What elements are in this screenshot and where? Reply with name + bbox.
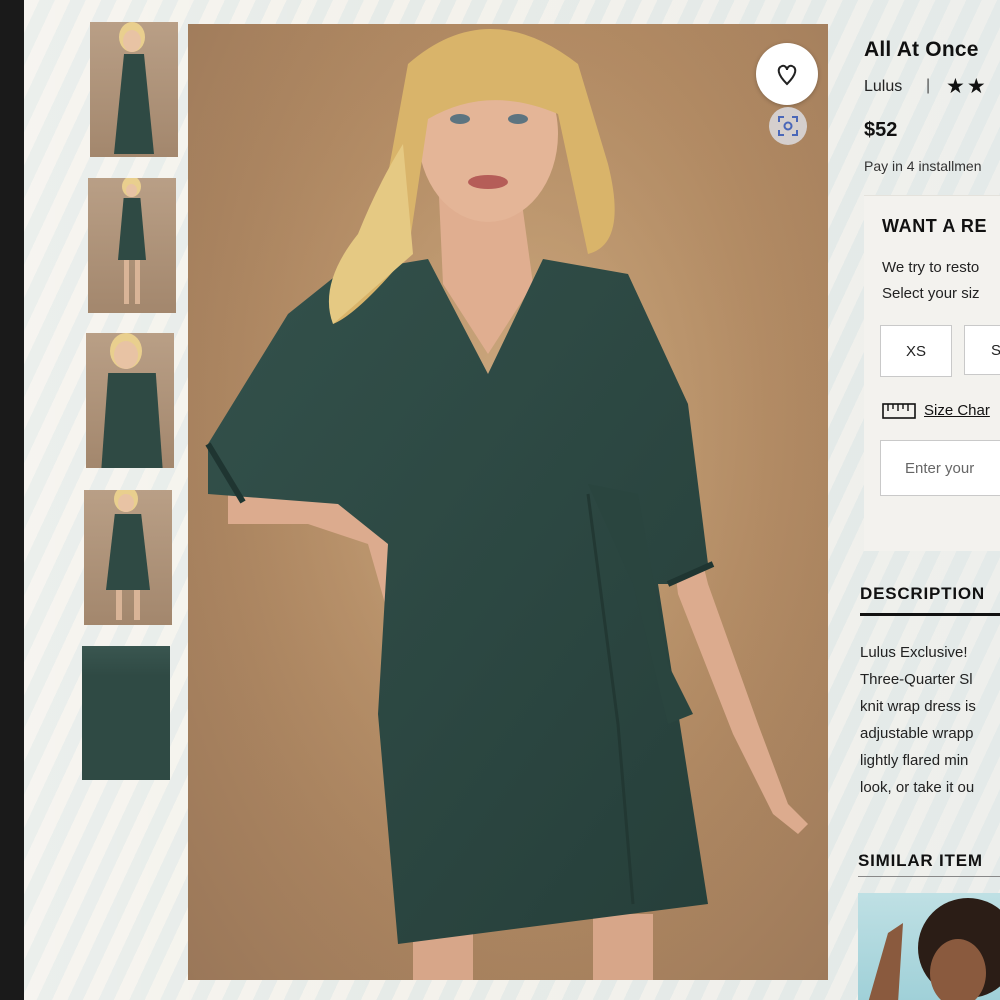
description-underline	[860, 613, 1000, 616]
similar-item-image	[868, 898, 1000, 1000]
visual-search-button[interactable]	[769, 107, 807, 145]
ruler-icon	[882, 402, 916, 419]
scan-icon	[778, 116, 798, 136]
description-line: lightly flared min	[860, 752, 969, 769]
size-chart-label: Size Char	[924, 402, 990, 419]
thumbnail-4[interactable]	[84, 490, 172, 625]
description-line: Three-Quarter Sl	[860, 671, 973, 688]
thumbnail-2[interactable]	[88, 178, 176, 313]
thumbnail-5[interactable]	[82, 646, 170, 780]
description-line: look, or take it ou	[860, 779, 975, 796]
description-line: knit wrap dress is	[860, 698, 976, 715]
product-page: All At Once Lulus | ★★ $52 Pay in 4 inst…	[24, 0, 1000, 1000]
size-option-s[interactable]: S	[964, 325, 1000, 375]
thumbnail-1[interactable]	[90, 22, 178, 157]
restock-email-input[interactable]	[880, 440, 1000, 496]
similar-item-thumbnail[interactable]	[858, 893, 1000, 1000]
restock-text-line-2: Select your siz	[882, 285, 980, 302]
thumbnail-3[interactable]	[86, 333, 174, 468]
restock-notify-box: WANT A RE We try to resto Select your si…	[864, 195, 1000, 551]
size-option-xs[interactable]: XS	[880, 325, 952, 377]
product-title: All At Once	[864, 38, 979, 61]
brand-name[interactable]: Lulus	[864, 78, 902, 96]
rating-stars[interactable]: ★★	[946, 74, 988, 99]
model-illustration	[188, 24, 828, 980]
heart-outline-icon	[777, 64, 797, 86]
installments-text[interactable]: Pay in 4 installmen	[864, 158, 982, 174]
favorite-button[interactable]	[756, 43, 818, 105]
restock-text-line-1: We try to resto	[882, 259, 980, 276]
product-price: $52	[864, 119, 898, 141]
similar-items-underline	[858, 876, 1000, 877]
restock-title: WANT A RE	[882, 216, 988, 236]
description-line: Lulus Exclusive!	[860, 644, 968, 661]
size-chart-link[interactable]: Size Char	[882, 402, 990, 419]
description-heading[interactable]: DESCRIPTION	[860, 584, 985, 604]
product-info-panel: All At Once Lulus | ★★ $52 Pay in 4 inst…	[840, 0, 1000, 1000]
description-line: adjustable wrapp	[860, 725, 974, 742]
main-product-image[interactable]	[188, 24, 828, 980]
similar-items-heading: SIMILAR ITEM	[858, 851, 983, 870]
brand-separator: |	[926, 77, 931, 94]
